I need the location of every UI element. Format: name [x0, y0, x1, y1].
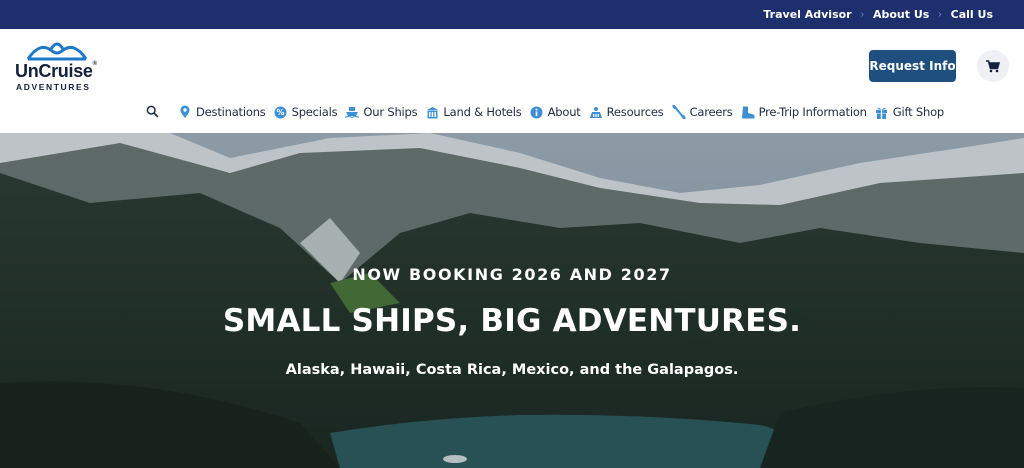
nav-label: Land & Hotels	[443, 105, 522, 119]
hero-overlay	[0, 133, 1024, 468]
nav-label: Our Ships	[363, 105, 418, 119]
nav-label: Careers	[689, 105, 733, 119]
nav-item-about[interactable]: About	[530, 105, 581, 119]
nav-item-careers[interactable]: Careers	[671, 105, 733, 119]
about-us-link[interactable]: About Us	[873, 8, 929, 21]
nav-label: About	[547, 105, 581, 119]
separator-chevron-icon: ›	[938, 9, 942, 20]
top-utility-bar: Travel Advisor › About Us › Call Us	[0, 0, 1024, 29]
gift-icon	[875, 105, 889, 119]
nav-item-resources[interactable]: Resources	[589, 105, 664, 119]
nav-item-our-ships[interactable]: Our Ships	[345, 105, 418, 119]
travel-advisor-link[interactable]: Travel Advisor	[763, 8, 851, 21]
cart-icon	[986, 59, 1000, 72]
hero-kicker: NOW BOOKING 2026 AND 2027	[352, 265, 672, 284]
separator-chevron-icon: ›	[860, 9, 864, 20]
nav-item-destinations[interactable]: Destinations	[178, 105, 266, 119]
logo-trademark: ®	[92, 61, 97, 67]
careers-icon	[671, 105, 686, 119]
info-icon	[530, 105, 544, 119]
logo-name: UnCruise	[15, 61, 93, 81]
logo-subtitle: ADVENTURES	[16, 82, 91, 92]
map-pin-icon	[178, 105, 192, 119]
nav-item-gift-shop[interactable]: Gift Shop	[875, 105, 944, 119]
nav-label: Resources	[606, 105, 664, 119]
svg-text:%: %	[277, 108, 285, 117]
logo-wave-icon	[26, 42, 88, 61]
boot-icon	[741, 105, 755, 119]
request-info-button[interactable]: Request Info	[869, 50, 956, 82]
search-icon[interactable]	[146, 105, 160, 119]
hero-banner: NOW BOOKING 2026 AND 2027 SMALL SHIPS, B…	[0, 133, 1024, 468]
nav-item-specials[interactable]: % Specials	[274, 105, 338, 119]
hero-subline: Alaska, Hawaii, Costa Rica, Mexico, and …	[285, 362, 739, 378]
percent-badge-icon: %	[274, 105, 288, 119]
call-us-link[interactable]: Call Us	[951, 8, 993, 21]
nav-item-land-hotels[interactable]: Land & Hotels	[425, 105, 522, 119]
resources-icon	[589, 105, 603, 119]
site-header: UnCruise® ADVENTURES Request Info Destin…	[0, 29, 1024, 133]
cart-button[interactable]	[977, 50, 1009, 82]
nav-item-pre-trip-information[interactable]: Pre-Trip Information	[741, 105, 867, 119]
nav-label: Pre-Trip Information	[758, 105, 867, 119]
hotel-icon	[425, 105, 439, 119]
uncruise-logo[interactable]: UnCruise® ADVENTURES	[15, 39, 115, 94]
logo-wordmark: UnCruise®	[15, 61, 97, 82]
nav-label: Gift Shop	[892, 105, 945, 119]
nav-label: Specials	[291, 105, 338, 119]
nav-label: Destinations	[196, 105, 266, 119]
hero-headline: SMALL SHIPS, BIG ADVENTURES.	[222, 303, 802, 339]
ship-icon	[345, 105, 360, 119]
main-nav: Destinations % Specials Our Ships Land &…	[146, 102, 952, 122]
